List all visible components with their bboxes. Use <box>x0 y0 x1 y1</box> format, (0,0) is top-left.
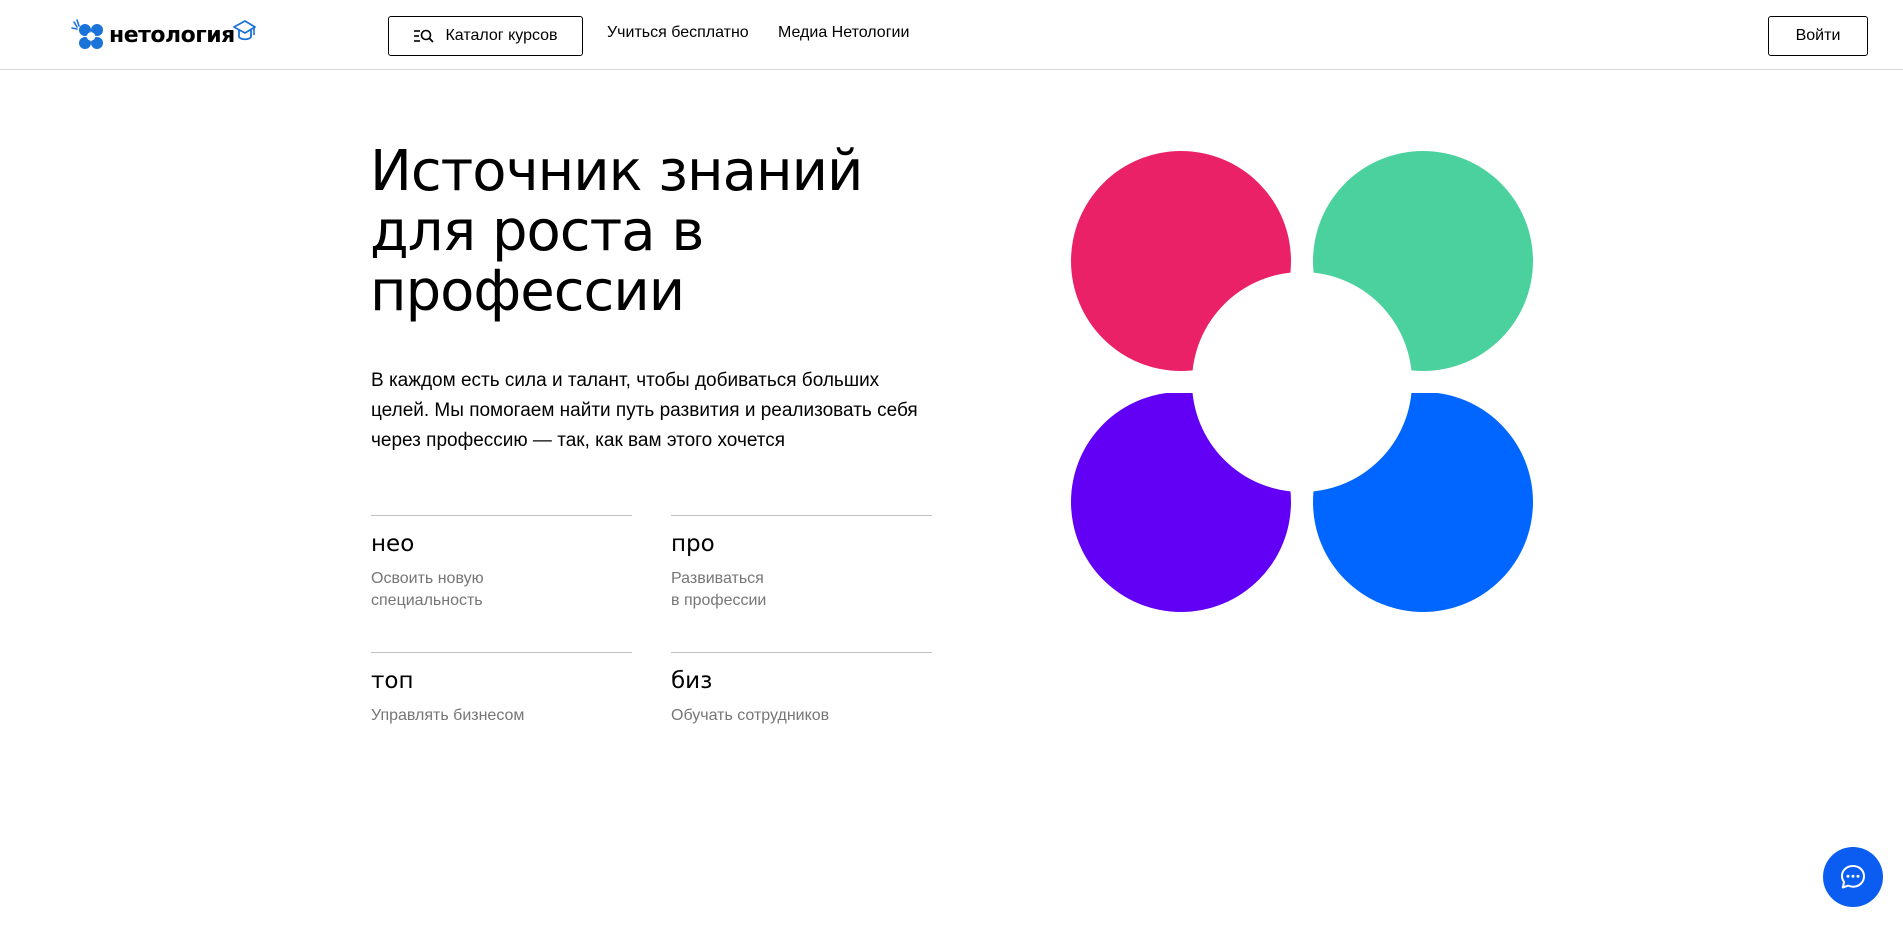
graduation-cap-icon <box>232 20 256 41</box>
card-title: нео <box>371 531 415 557</box>
card-subtitle: Обучать сотрудников <box>671 707 830 724</box>
card-biz[interactable]: биз Обучать сотрудников <box>671 652 932 727</box>
flower-center <box>1192 272 1412 492</box>
login-label: Войти <box>1795 27 1841 44</box>
card-pro[interactable]: про Развиваться в профессии <box>671 515 932 612</box>
catalog-button[interactable]: Каталог курсов <box>388 16 583 56</box>
login-button[interactable]: Войти <box>1768 16 1868 56</box>
catalog-label: Каталог курсов <box>445 27 558 44</box>
catalog-search-icon <box>414 29 435 43</box>
chat-button[interactable] <box>1823 847 1883 907</box>
nav-media[interactable]: Медиа Нетологии <box>778 24 909 42</box>
hero-title-line: Источник знаний <box>370 139 863 204</box>
flower-illustration <box>1060 140 1540 620</box>
logo-text: нетология <box>109 22 235 48</box>
logo-mark-icon <box>71 19 103 49</box>
nav-learn-free[interactable]: Учиться бесплатно <box>607 24 749 42</box>
card-subtitle: Управлять бизнесом <box>371 707 525 724</box>
hero-title: Источник знаний для роста в профессии <box>370 142 930 322</box>
card-subtitle: Развиваться в профессии <box>671 570 767 609</box>
card-neo[interactable]: нео Освоить новую специальность <box>371 515 632 612</box>
card-title: топ <box>371 668 414 694</box>
card-top[interactable]: топ Управлять бизнесом <box>371 652 632 727</box>
logo[interactable]: нетология <box>71 18 257 52</box>
chat-bubble-icon <box>1841 865 1865 889</box>
hero-title-line: для роста в <box>370 199 704 264</box>
card-title: биз <box>671 668 713 694</box>
hero-title-line: профессии <box>370 259 685 324</box>
hero-description: В каждом есть сила и талант, чтобы добив… <box>371 370 918 451</box>
card-subtitle: Освоить новую специальность <box>371 570 484 609</box>
card-title: про <box>671 531 715 557</box>
site-header: нетология Каталог курсов Учиться бесплат… <box>0 0 1903 70</box>
